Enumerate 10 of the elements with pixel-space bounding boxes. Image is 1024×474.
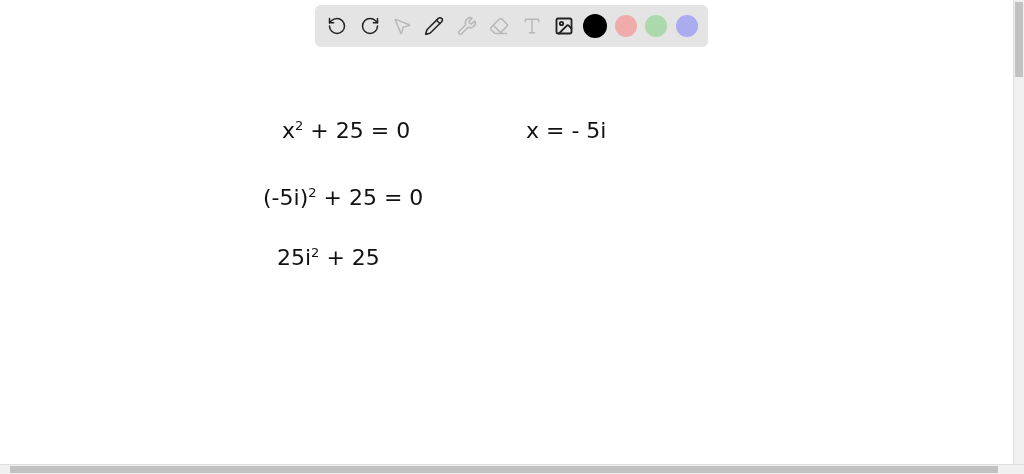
color-swatch[interactable] <box>614 15 637 37</box>
color-swatch[interactable] <box>645 15 668 37</box>
vertical-scrollbar[interactable] <box>1013 0 1024 464</box>
color-swatch[interactable] <box>675 15 698 37</box>
color-swatch[interactable] <box>584 15 607 37</box>
handwritten-equation: x$^{2}$ + 25 = 0 <box>282 118 411 144</box>
horizontal-scrollbar[interactable] <box>0 464 1024 474</box>
handwritten-equation: (-5i)$^{2}$ + 25 = 0 <box>263 185 424 211</box>
handwritten-equation: x = - 5i <box>526 118 607 143</box>
handwritten-equation: 25i$^{2}$ + 25 <box>277 245 380 271</box>
